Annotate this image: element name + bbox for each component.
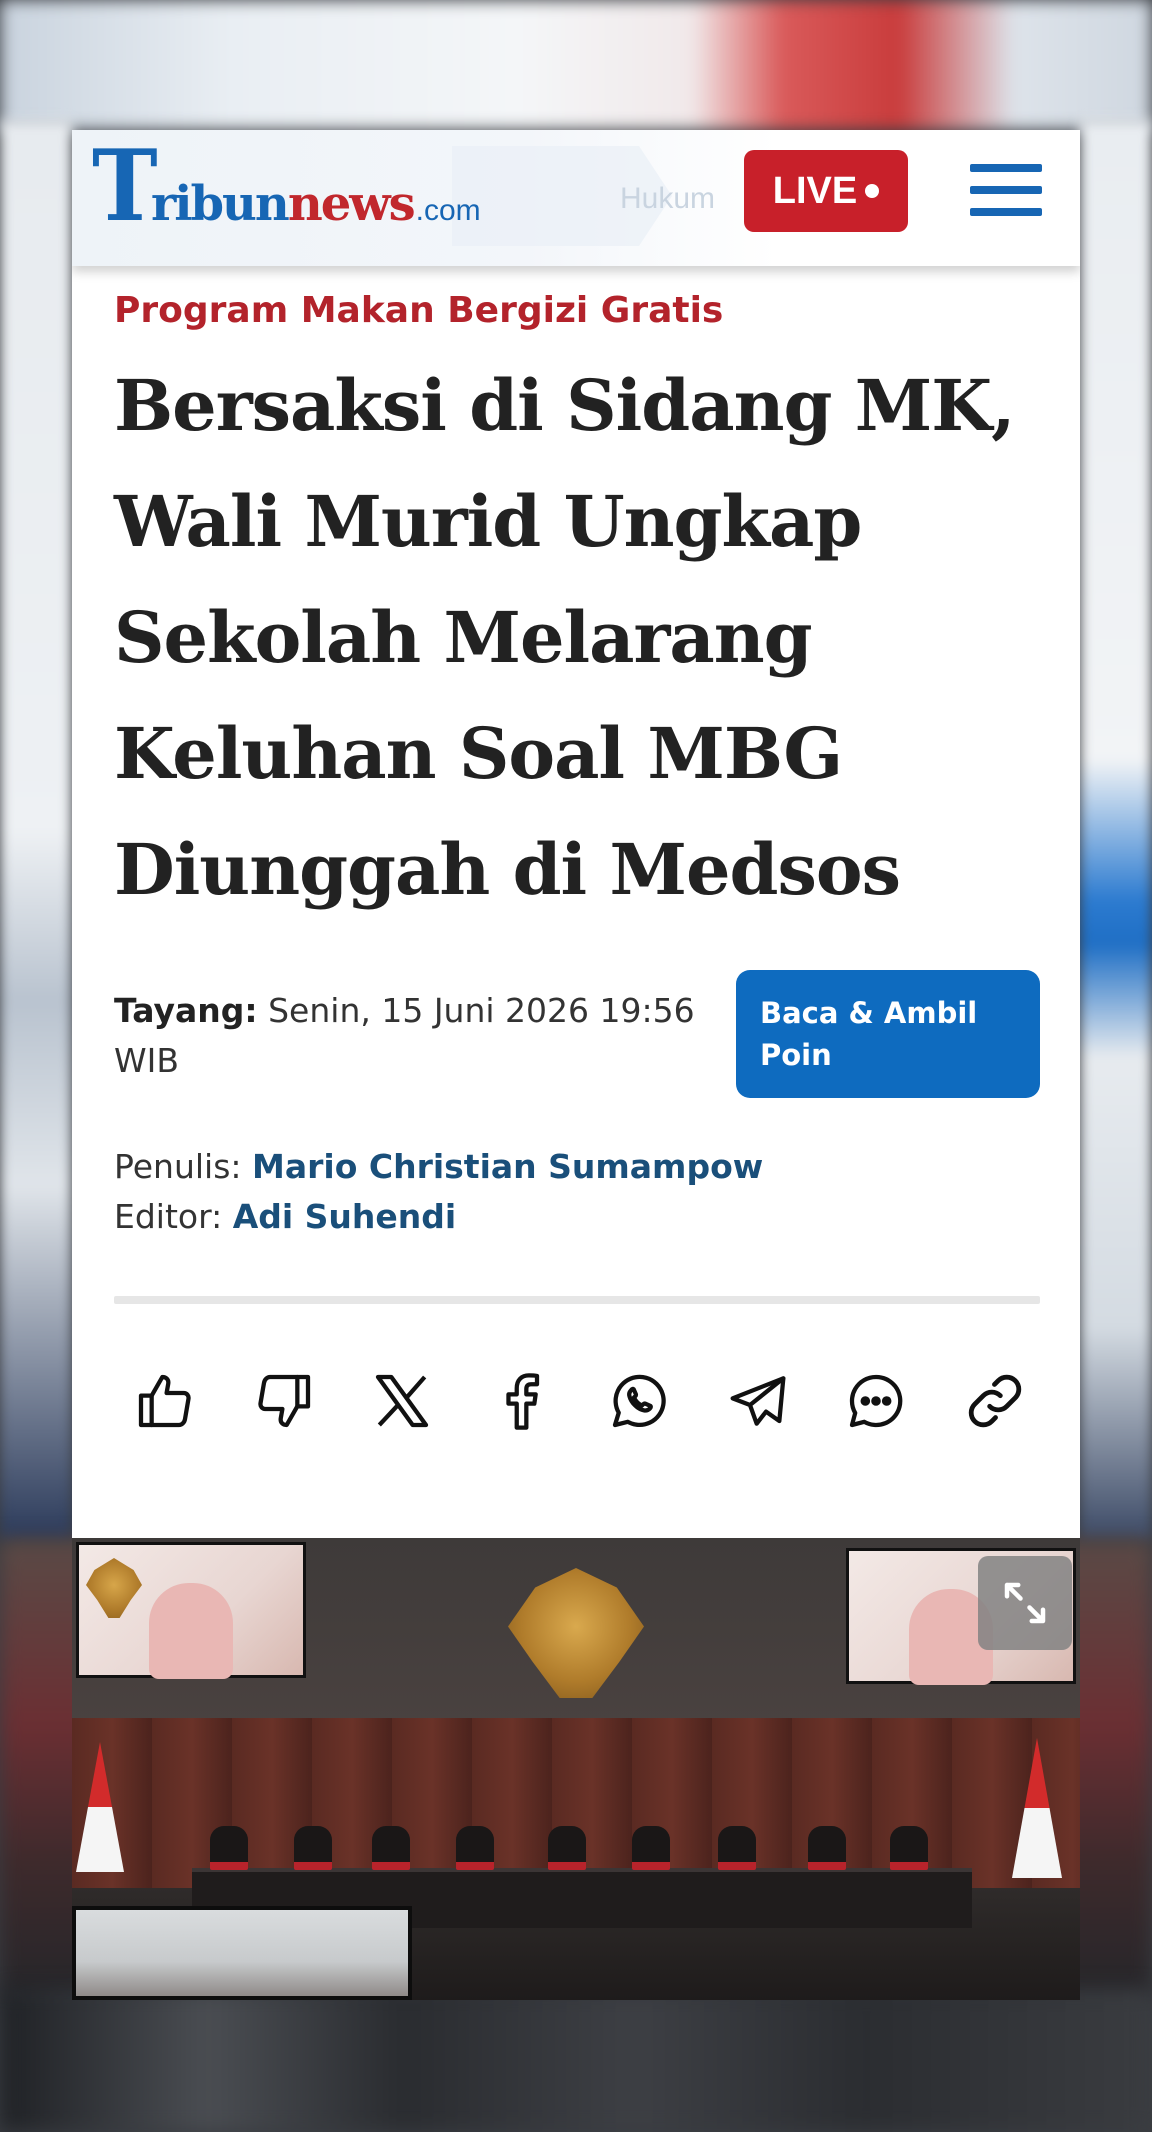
telegram-icon[interactable] — [723, 1366, 793, 1436]
logo-letter-t: T — [92, 130, 158, 244]
editor-line: Editor: Adi Suhendi — [114, 1192, 763, 1242]
site-header: Hukum T ribunnews .com LIVE — [72, 130, 1080, 266]
whatsapp-icon[interactable] — [604, 1366, 674, 1436]
judge-figure — [718, 1826, 756, 1870]
judge-figure — [210, 1826, 248, 1870]
tribunnews-logo[interactable]: T ribunnews .com — [92, 138, 512, 248]
hamburger-menu-icon[interactable] — [970, 160, 1042, 220]
judge-figure — [456, 1826, 494, 1870]
article-card: Hukum T ribunnews .com LIVE Program Maka… — [72, 130, 1080, 2000]
live-label: LIVE — [772, 169, 858, 212]
facebook-icon[interactable] — [486, 1366, 556, 1436]
blurred-background-left — [0, 120, 72, 1540]
writer-name-link[interactable]: Mario Christian Sumampow — [252, 1147, 763, 1186]
writer-line: Penulis: Mario Christian Sumampow — [114, 1142, 763, 1192]
judge-figure — [808, 1826, 846, 1870]
judge-figure — [548, 1826, 586, 1870]
menu-bar — [970, 164, 1042, 172]
article-title: Bersaksi di Sidang MK, Wali Murid Ungkap… — [114, 364, 1015, 911]
judge-figure — [372, 1826, 410, 1870]
judge-figure — [890, 1826, 928, 1870]
menu-bar — [970, 186, 1042, 194]
faded-nav-item[interactable]: Hukum — [620, 182, 715, 216]
thumbs-up-icon[interactable] — [130, 1366, 200, 1436]
publish-label: Tayang: — [114, 991, 258, 1030]
live-dot-icon — [865, 184, 880, 198]
expand-icon[interactable] — [978, 1556, 1072, 1650]
comment-icon[interactable] — [841, 1366, 911, 1436]
editor-label: Editor: — [114, 1197, 223, 1236]
article-category[interactable]: Program Makan Bergizi Gratis — [114, 290, 723, 331]
article-credits: Penulis: Mario Christian Sumampow Editor… — [114, 1142, 763, 1242]
x-icon[interactable] — [367, 1366, 437, 1436]
judge-figure — [632, 1826, 670, 1870]
logo-dotcom: .com — [415, 194, 481, 227]
judge-figure — [294, 1826, 332, 1870]
witness-on-screen-left — [149, 1583, 233, 1679]
logo-wordmark: ribunnews — [151, 180, 416, 228]
publish-info: Tayang: Senin, 15 Juni 2026 19:56 WIB — [114, 986, 714, 1086]
read-and-get-points-button[interactable]: Baca & Ambil Poin — [736, 970, 1040, 1098]
video-inset-thumbnail — [72, 1906, 412, 2000]
blurred-background-bottom — [0, 1990, 1152, 2132]
writer-label: Penulis: — [114, 1147, 242, 1186]
link-icon[interactable] — [960, 1366, 1030, 1436]
editor-name-link[interactable]: Adi Suhendi — [233, 1197, 457, 1236]
share-toolbar — [130, 1356, 1030, 1446]
live-button[interactable]: LIVE — [744, 150, 908, 232]
thumbs-down-icon[interactable] — [249, 1366, 319, 1436]
menu-bar — [970, 208, 1042, 216]
section-divider — [114, 1296, 1040, 1304]
logo-news: news — [287, 176, 416, 232]
blurred-background-right — [1080, 120, 1152, 1540]
logo-ribun: ribun — [150, 176, 290, 232]
article-video-player[interactable] — [72, 1538, 1080, 2000]
blurred-background-top — [0, 0, 1152, 130]
